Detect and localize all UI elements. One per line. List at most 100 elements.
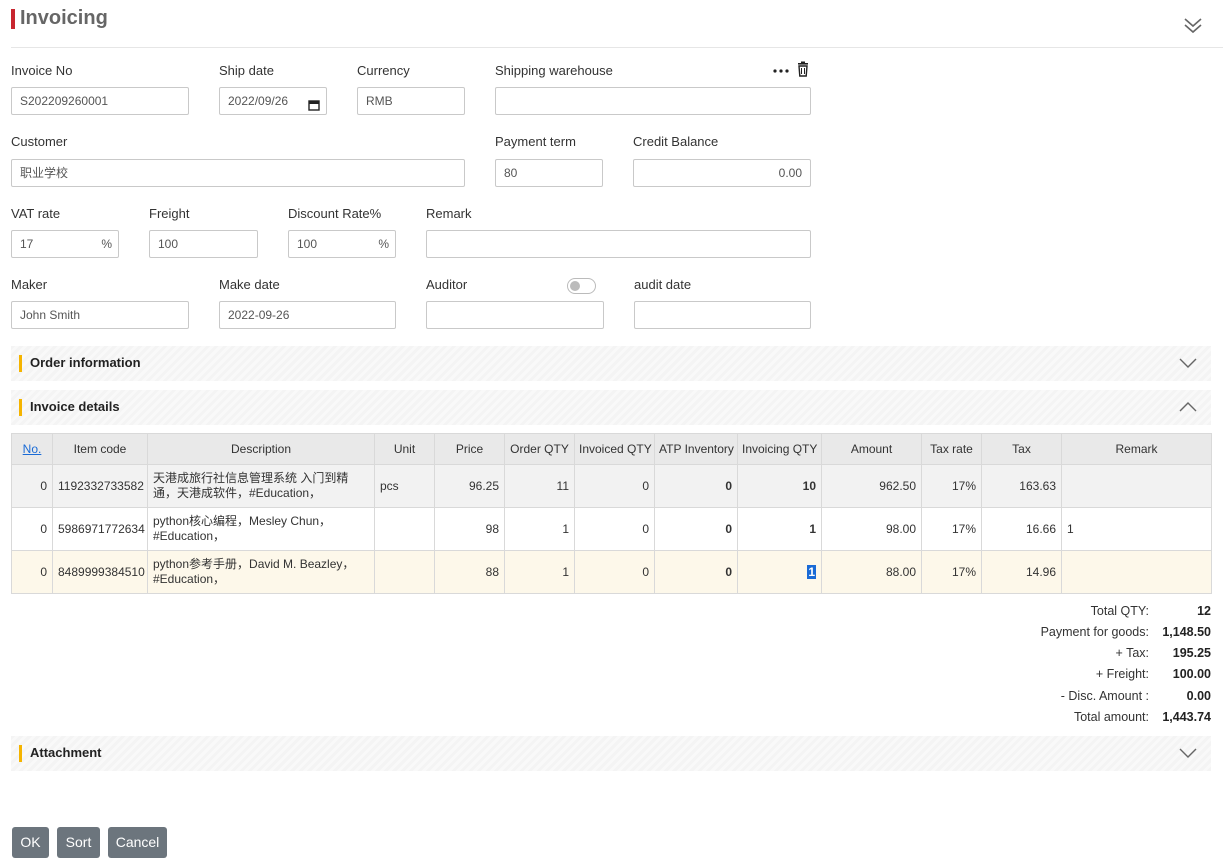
cell-atp-inventory: 0 bbox=[654, 507, 738, 551]
description-line: 天港成旅行社信息管理系统 入门到精 bbox=[153, 471, 349, 485]
cell-unit[interactable] bbox=[374, 507, 435, 551]
section-accent-bar bbox=[19, 355, 22, 372]
vat-rate-value: 17 bbox=[20, 237, 34, 251]
credit-balance-label: Credit Balance bbox=[633, 134, 719, 149]
cell-tax-rate[interactable]: 17% bbox=[921, 550, 982, 594]
cell-invoiced-qty: 0 bbox=[574, 550, 655, 594]
ok-button[interactable]: OK bbox=[12, 827, 49, 858]
vat-rate-label: VAT rate bbox=[11, 206, 61, 221]
description-line: python核心编程，Mesley Chun， bbox=[153, 514, 332, 528]
discount-rate-input[interactable]: 100 % bbox=[288, 230, 396, 258]
remark-input[interactable] bbox=[426, 230, 811, 258]
total-amount-label: Total amount: bbox=[1073, 710, 1149, 724]
col-header-amount: Amount bbox=[821, 433, 922, 465]
toggle-knob bbox=[570, 281, 580, 291]
cell-remark[interactable] bbox=[1061, 550, 1212, 594]
sort-no-link[interactable]: No. bbox=[23, 442, 42, 456]
more-icon[interactable] bbox=[772, 62, 790, 80]
cancel-button[interactable]: Cancel bbox=[108, 827, 167, 858]
col-header-tax: Tax bbox=[981, 433, 1062, 465]
cell-invoiced-qty: 0 bbox=[574, 507, 655, 551]
section-invoice-details[interactable]: Invoice details bbox=[11, 390, 1211, 425]
cell-invoicing-qty-editing[interactable]: 1 bbox=[737, 550, 822, 594]
table-row-selected[interactable]: 0 8489999384510 python参考手册，David M. Beaz… bbox=[11, 550, 1212, 594]
customer-label: Customer bbox=[11, 134, 68, 149]
selected-text[interactable]: 1 bbox=[807, 565, 816, 579]
cell-no: 0 bbox=[11, 507, 53, 551]
maker-label: Maker bbox=[11, 277, 48, 292]
ship-date-label: Ship date bbox=[219, 63, 274, 78]
calendar-icon[interactable] bbox=[308, 94, 320, 114]
discount-rate-label: Discount Rate% bbox=[288, 206, 382, 221]
customer-input[interactable]: 职业学校 bbox=[11, 159, 465, 187]
vat-rate-suffix: % bbox=[101, 237, 112, 251]
section-title: Invoice details bbox=[30, 399, 120, 414]
section-attachment[interactable]: Attachment bbox=[11, 736, 1211, 771]
cell-item-code: 8489999384510 bbox=[52, 550, 148, 594]
freight-sum-value: 100.00 bbox=[1172, 667, 1211, 681]
trash-icon[interactable] bbox=[795, 61, 813, 79]
total-qty-label: Total QTY: bbox=[1090, 604, 1149, 618]
vat-rate-input[interactable]: 17 % bbox=[11, 230, 119, 258]
disc-amount-label: - Disc. Amount : bbox=[1060, 689, 1149, 703]
maker-input[interactable]: John Smith bbox=[11, 301, 189, 329]
col-header-no[interactable]: No. bbox=[11, 433, 53, 465]
cell-description: python核心编程，Mesley Chun， #Education， bbox=[147, 507, 375, 551]
cell-price[interactable]: 88 bbox=[434, 550, 505, 594]
freight-sum-label: + Freight: bbox=[1095, 667, 1149, 681]
auditor-input[interactable] bbox=[426, 301, 604, 329]
credit-balance-input[interactable]: 0.00 bbox=[633, 159, 811, 187]
description-line: python参考手册，David M. Beazley， bbox=[153, 557, 355, 571]
cell-unit[interactable]: pcs bbox=[374, 464, 435, 508]
payment-term-label: Payment term bbox=[495, 134, 576, 149]
cell-order-qty: 1 bbox=[504, 507, 575, 551]
make-date-input[interactable]: 2022-09-26 bbox=[219, 301, 396, 329]
invoice-no-label: Invoice No bbox=[11, 63, 73, 78]
invoice-no-input[interactable]: S202209260001 bbox=[11, 87, 189, 115]
cell-atp-inventory: 0 bbox=[654, 550, 738, 594]
cell-tax-rate[interactable]: 17% bbox=[921, 464, 982, 508]
tax-value: 195.25 bbox=[1172, 646, 1211, 660]
audit-date-input[interactable] bbox=[634, 301, 811, 329]
table-row[interactable]: 0 1192332733582 天港成旅行社信息管理系统 入门到精 通，天港成软件… bbox=[11, 464, 1212, 508]
collapse-all-icon[interactable] bbox=[1182, 14, 1204, 36]
currency-label: Currency bbox=[357, 63, 410, 78]
cell-tax: 14.96 bbox=[981, 550, 1062, 594]
discount-rate-value: 100 bbox=[297, 237, 318, 251]
cell-amount: 98.00 bbox=[821, 507, 922, 551]
col-header-description: Description bbox=[147, 433, 375, 465]
invoice-details-table: No. Item code Description Unit Price Ord… bbox=[11, 433, 1212, 594]
cell-invoicing-qty[interactable]: 10 bbox=[737, 464, 822, 508]
disc-amount-value: 0.00 bbox=[1186, 689, 1211, 703]
cell-no: 0 bbox=[11, 550, 53, 594]
shipping-warehouse-label: Shipping warehouse bbox=[495, 63, 613, 78]
table-row[interactable]: 0 5986971772634 python核心编程，Mesley Chun， #… bbox=[11, 507, 1212, 551]
payment-for-goods-value: 1,148.50 bbox=[1162, 625, 1211, 639]
cell-atp-inventory: 0 bbox=[654, 464, 738, 508]
shipping-warehouse-input[interactable] bbox=[495, 87, 811, 115]
page-title: Invoicing bbox=[20, 7, 108, 29]
currency-input[interactable]: RMB bbox=[357, 87, 465, 115]
auditor-toggle[interactable] bbox=[567, 278, 596, 294]
section-order-information[interactable]: Order information bbox=[11, 346, 1211, 381]
cell-invoicing-qty[interactable]: 1 bbox=[737, 507, 822, 551]
payment-term-input[interactable]: 80 bbox=[495, 159, 603, 187]
cell-remark[interactable] bbox=[1061, 464, 1212, 508]
title-accent-bar bbox=[11, 9, 15, 29]
cell-description: 天港成旅行社信息管理系统 入门到精 通，天港成软件，#Education， bbox=[147, 464, 375, 508]
header-divider bbox=[11, 47, 1223, 48]
cell-price[interactable]: 98 bbox=[434, 507, 505, 551]
chevron-down-icon[interactable] bbox=[1179, 356, 1197, 370]
freight-input[interactable]: 100 bbox=[149, 230, 258, 258]
cell-item-code: 1192332733582 bbox=[52, 464, 148, 508]
chevron-up-icon[interactable] bbox=[1179, 400, 1197, 414]
col-header-atp-inventory: ATP Inventory bbox=[654, 433, 738, 465]
cell-price[interactable]: 96.25 bbox=[434, 464, 505, 508]
ship-date-input[interactable]: 2022/09/26 bbox=[219, 87, 327, 115]
chevron-down-icon[interactable] bbox=[1179, 746, 1197, 760]
cell-tax-rate[interactable]: 17% bbox=[921, 507, 982, 551]
cell-unit[interactable] bbox=[374, 550, 435, 594]
description-line: #Education， bbox=[153, 572, 226, 586]
sort-button[interactable]: Sort bbox=[57, 827, 100, 858]
cell-remark[interactable]: 1 bbox=[1061, 507, 1212, 551]
